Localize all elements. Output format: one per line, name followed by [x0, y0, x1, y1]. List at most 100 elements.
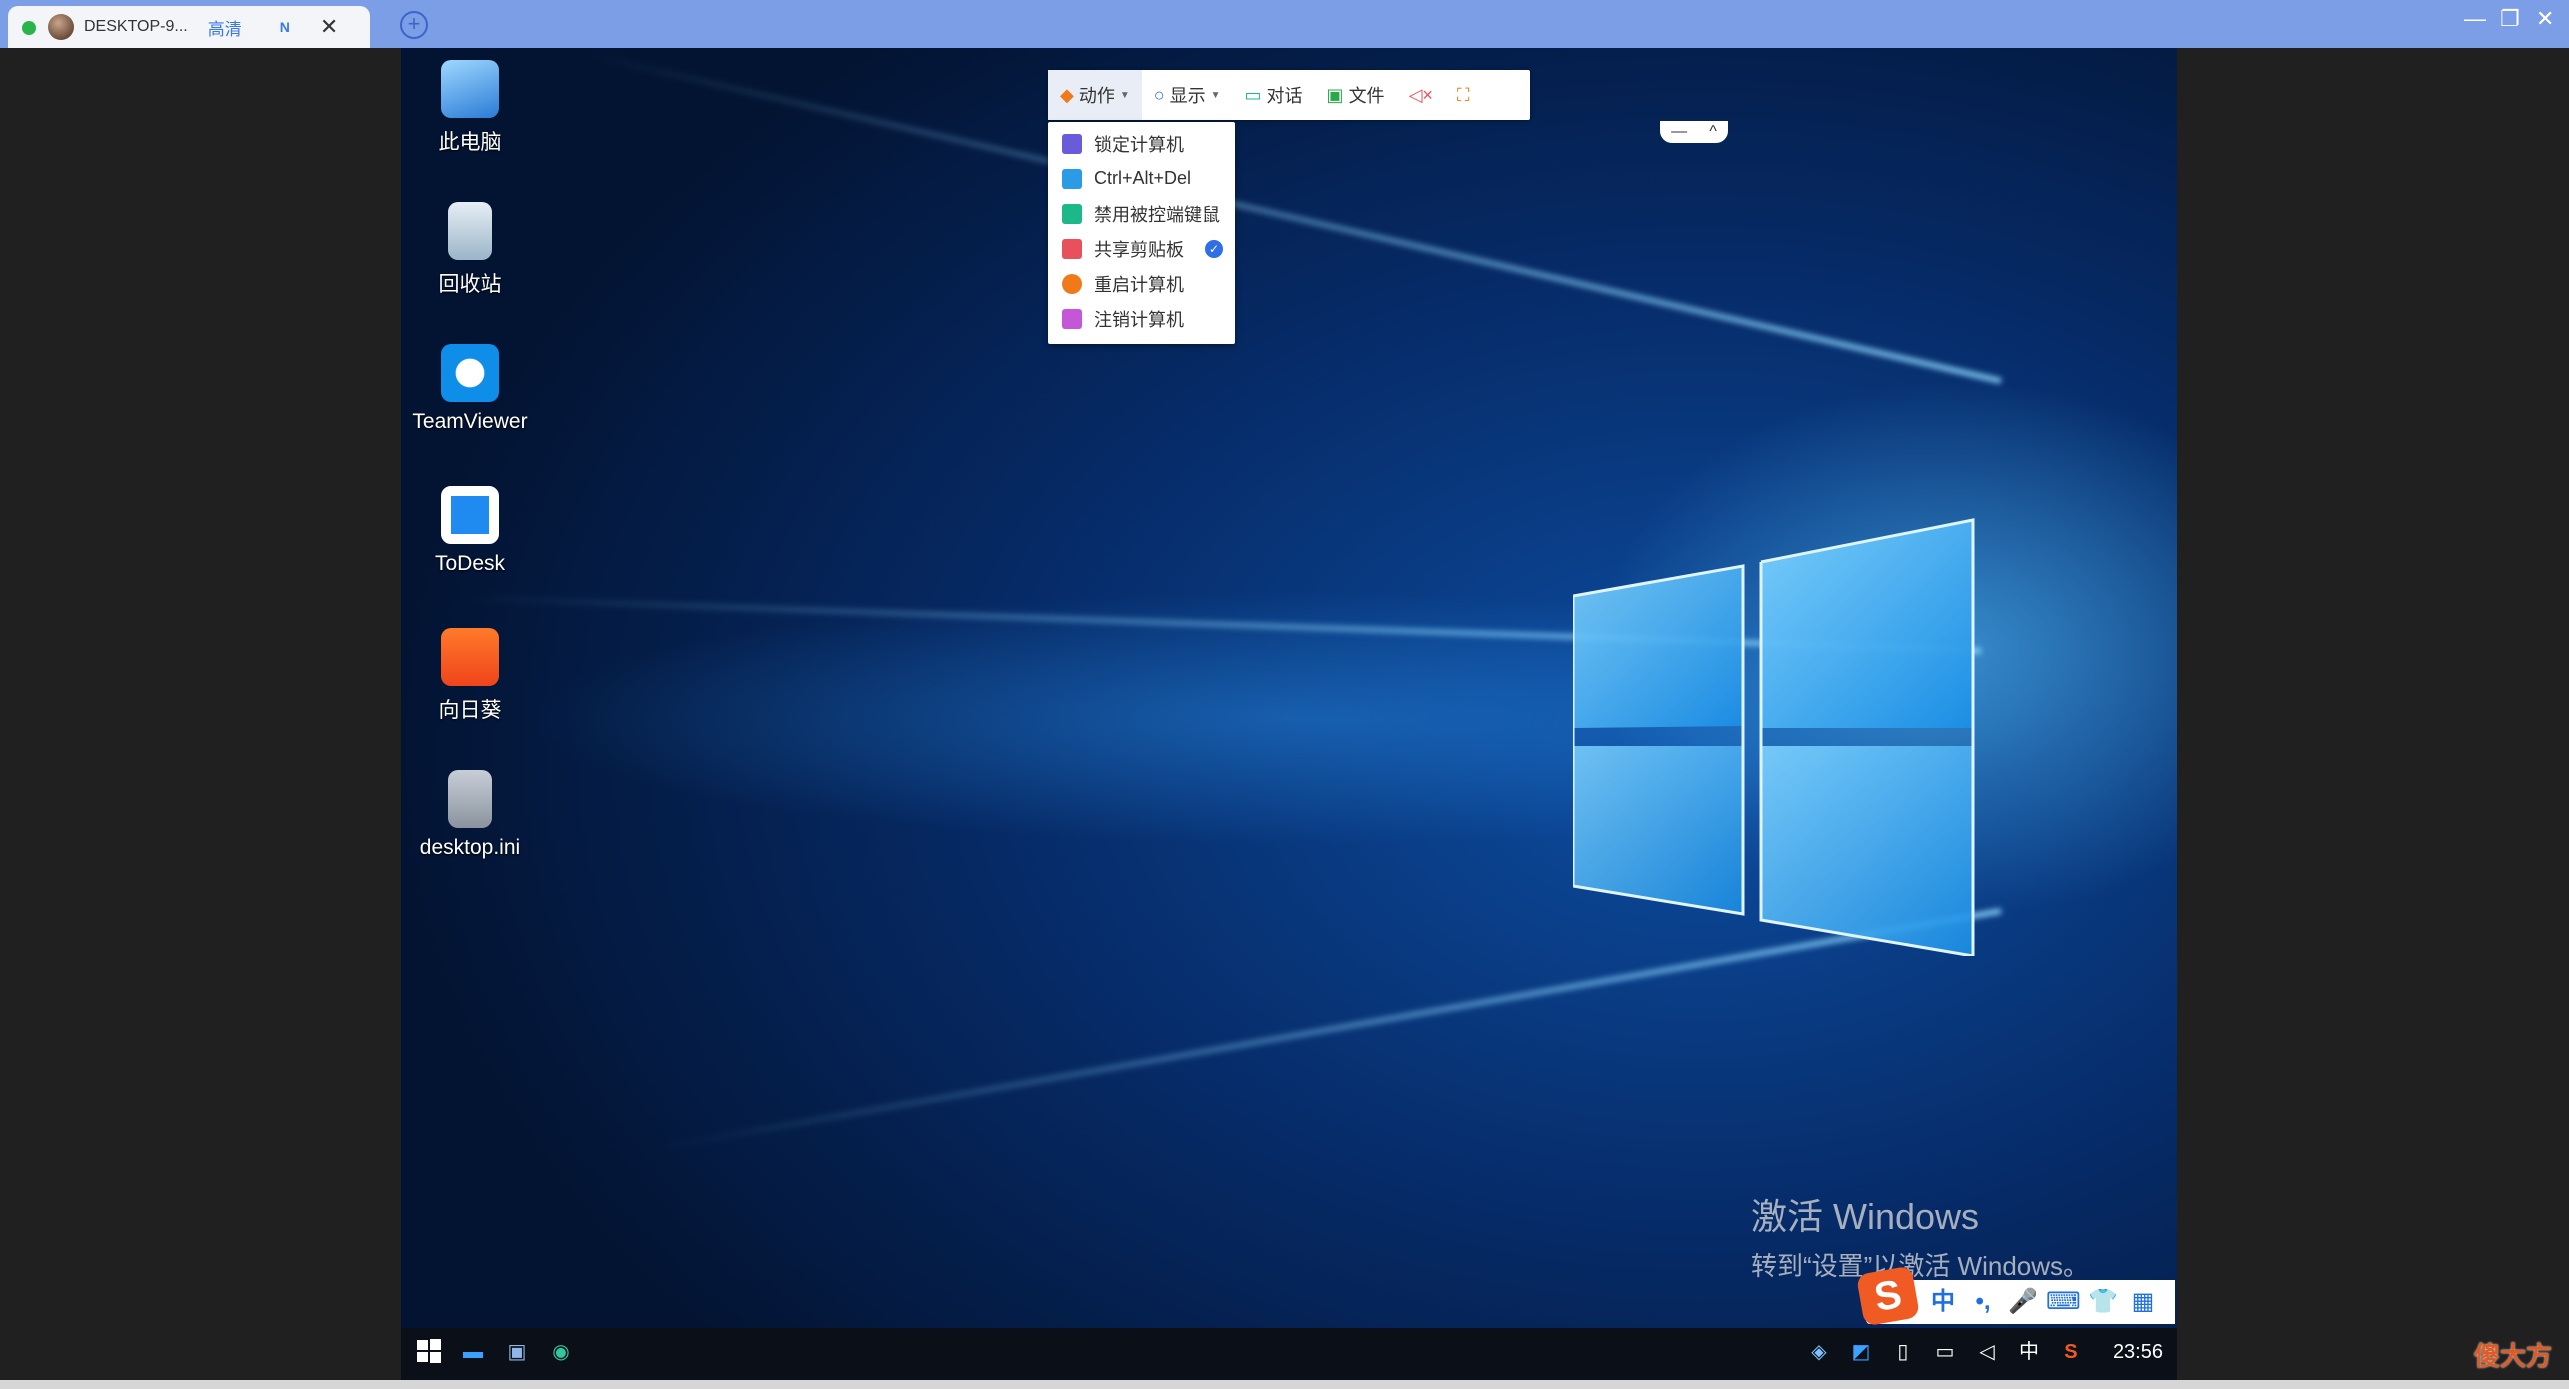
chevron-up-icon[interactable]: ^ — [1709, 123, 1717, 141]
todesk-icon — [441, 486, 499, 544]
corner-watermark-logo: 傻大方 — [2474, 1341, 2553, 1371]
usb-icon[interactable]: ▯ — [1889, 1338, 1917, 1366]
remote-desktop-view[interactable]: 此电脑 回收站 TeamViewer ToDesk 向日葵 desktop.in… — [401, 48, 2177, 1380]
edge-browser-icon[interactable]: ◉ — [547, 1338, 575, 1366]
desktop-icon-this-pc[interactable]: 此电脑 — [405, 60, 535, 156]
chevron-down-icon: ▼ — [1119, 89, 1130, 101]
chat-icon: ▭ — [1244, 84, 1262, 105]
recycle-bin-icon — [448, 202, 492, 260]
menu-item-disable-input[interactable]: 禁用被控端键鼠 — [1048, 196, 1235, 231]
ime-language-toggle[interactable]: 中 — [1926, 1285, 1960, 1319]
action-label: 动作 — [1078, 86, 1115, 106]
display-label: 显示 — [1169, 86, 1206, 106]
menu-item-restart[interactable]: 重启计算机 — [1048, 266, 1235, 301]
speaker-muted-icon: ◁× — [1408, 84, 1433, 105]
watermark-title: 激活 Windows — [1751, 1196, 1980, 1237]
chat-label: 对话 — [1266, 86, 1303, 106]
task-view-icon[interactable]: ▬ — [459, 1338, 487, 1366]
action-menu-button[interactable]: ◆ 动作 ▼ — [1048, 70, 1142, 120]
restore-button[interactable]: ❐ — [2500, 6, 2520, 32]
chevron-down-icon: ▼ — [1210, 89, 1221, 101]
menu-item-ctrl-alt-del[interactable]: Ctrl+Alt+Del — [1048, 161, 1235, 196]
input-language-indicator[interactable]: 中 — [2015, 1338, 2043, 1366]
desktop-icon-label: 向日葵 — [438, 699, 502, 722]
session-tab[interactable]: DESKTOP-9... 高清 N ✕ — [8, 6, 370, 48]
menu-item-label: Ctrl+Alt+Del — [1094, 168, 1192, 188]
restart-icon — [1062, 273, 1082, 294]
toolbar-handle[interactable]: — ^ — [1660, 121, 1728, 143]
teamviewer-icon — [441, 344, 499, 402]
minimize-button[interactable]: — — [2464, 6, 2486, 32]
avatar — [48, 14, 74, 40]
sogou-tray-icon[interactable]: S — [2057, 1338, 2085, 1366]
menu-item-lock-computer[interactable]: 锁定计算机 — [1048, 126, 1235, 161]
fullscreen-icon: ⛶ — [1456, 84, 1470, 105]
microphone-icon[interactable]: 🎤 — [2006, 1285, 2040, 1319]
volume-muted-icon[interactable]: ◁ — [1973, 1338, 2001, 1366]
menu-item-label: 禁用被控端键鼠 — [1094, 204, 1220, 225]
menu-item-label: 锁定计算机 — [1094, 134, 1184, 155]
collapse-toolbar-button[interactable]: — — [1671, 123, 1687, 141]
windows-logo-wallpaper — [1573, 518, 1975, 956]
taskbar: ▬ ▣ ◉ ◈ ◩ ▯ ▭ ◁ 中 S 23:56 — [401, 1328, 2177, 1380]
window-bottom-border — [0, 1380, 2569, 1389]
search-icon: ○ — [1153, 84, 1165, 105]
online-status-dot — [22, 21, 36, 35]
remote-toolbar: ◆ 动作 ▼ ○ 显示 ▼ ▭ 对话 ▣ 文件 ◁× ⛶ — [1048, 70, 1530, 120]
sogou-logo-icon[interactable]: S — [1855, 1265, 1921, 1327]
network-share-icon[interactable]: ◈ — [1805, 1338, 1833, 1366]
menu-item-label: 重启计算机 — [1094, 274, 1184, 295]
clipboard-icon — [1062, 238, 1082, 259]
windows-start-icon — [417, 1339, 441, 1363]
desktop-icon-label: 回收站 — [438, 273, 502, 296]
display-menu-button[interactable]: ○ 显示 ▼ — [1142, 70, 1233, 120]
tab-badge: N — [279, 19, 290, 35]
network-icon[interactable]: ▭ — [1931, 1338, 1959, 1366]
menu-item-logout[interactable]: 注销计算机 — [1048, 301, 1235, 336]
desktop-icon-label: 此电脑 — [438, 131, 502, 154]
desktop-icon-label: desktop.ini — [419, 836, 521, 859]
punctuation-icon[interactable]: •, — [1966, 1285, 2000, 1319]
title-bar: DESKTOP-9... 高清 N ✕ + — ❐ ✕ — [0, 0, 2569, 48]
remote-desktop-app-icon[interactable]: ▣ — [503, 1338, 531, 1366]
checkmark-icon: ✓ — [1205, 240, 1223, 258]
mute-button[interactable]: ◁× — [1397, 70, 1445, 120]
taskbar-clock[interactable]: 23:56 — [2113, 1341, 2163, 1364]
file-button[interactable]: ▣ 文件 — [1315, 70, 1397, 120]
keyboard-mouse-icon — [1062, 203, 1082, 224]
skin-icon[interactable]: 👕 — [2086, 1285, 2120, 1319]
computer-icon — [441, 60, 499, 118]
quality-label[interactable]: 高清 — [208, 15, 242, 40]
keyboard-icon[interactable]: ⌨ — [2046, 1285, 2081, 1319]
desktop-icon-todesk[interactable]: ToDesk — [405, 486, 535, 576]
settings-file-icon — [448, 770, 492, 828]
layers-icon: ◆ — [1060, 84, 1074, 105]
send-icon — [1062, 168, 1082, 189]
chat-button[interactable]: ▭ 对话 — [1233, 70, 1315, 120]
action-dropdown-menu: 锁定计算机 Ctrl+Alt+Del 禁用被控端键鼠 共享剪贴板 ✓ 重启计算机… — [1048, 122, 1235, 344]
desktop-icon-desktop-ini[interactable]: desktop.ini — [405, 770, 535, 860]
desktop-icon-label: TeamViewer — [412, 410, 528, 433]
ime-toolbar: S 中 •, 🎤 ⌨ 👕 ▦ — [1855, 1265, 2175, 1327]
todesk-tray-icon[interactable]: ◩ — [1847, 1338, 1875, 1366]
tab-close-button[interactable]: ✕ — [320, 16, 338, 38]
menu-item-label: 注销计算机 — [1094, 309, 1184, 330]
desktop-icon-recycle-bin[interactable]: 回收站 — [405, 202, 535, 298]
close-button[interactable]: ✕ — [2536, 6, 2554, 32]
fullscreen-button[interactable]: ⛶ — [1445, 70, 1482, 120]
desktop-icon-sunlogin[interactable]: 向日葵 — [405, 628, 535, 724]
desktop-icon-teamviewer[interactable]: TeamViewer — [405, 344, 535, 434]
start-button[interactable] — [415, 1338, 443, 1366]
lock-icon — [1062, 133, 1082, 154]
new-tab-button[interactable]: + — [400, 11, 428, 39]
tab-title: DESKTOP-9... — [84, 18, 188, 35]
activation-watermark: 激活 Windows 转到“设置”以激活 Windows。 — [1751, 1188, 2089, 1283]
menu-item-share-clipboard[interactable]: 共享剪贴板 ✓ — [1048, 231, 1235, 266]
watermark-subtitle: 转到“设置”以激活 Windows。 — [1751, 1251, 2090, 1281]
sunlogin-icon — [441, 628, 499, 686]
menu-item-label: 共享剪贴板 — [1094, 239, 1184, 260]
apps-grid-icon[interactable]: ▦ — [2126, 1285, 2160, 1319]
desktop-icon-label: ToDesk — [434, 552, 506, 575]
file-label: 文件 — [1348, 86, 1385, 106]
file-icon: ▣ — [1326, 84, 1344, 105]
